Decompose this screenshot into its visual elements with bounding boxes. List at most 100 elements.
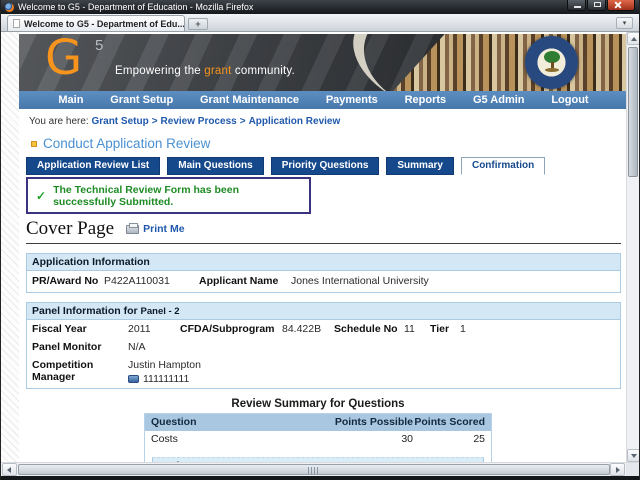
cover-page-heading: Cover Page xyxy=(26,218,114,240)
scroll-down-icon xyxy=(631,454,637,458)
review-summary-title: Review Summary for Questions xyxy=(144,398,492,410)
nav-payments[interactable]: Payments xyxy=(326,94,378,106)
divider xyxy=(26,243,621,244)
tab-application-review-list[interactable]: Application Review List xyxy=(26,157,160,175)
tagline: Empowering the grant community. xyxy=(115,65,295,77)
nav-grant-maintenance[interactable]: Grant Maintenance xyxy=(200,94,299,106)
pr-award-value: P422A110031 xyxy=(104,275,199,287)
breadcrumb-review-process[interactable]: Review Process xyxy=(161,116,237,127)
success-text: The Technical Review Form has been succe… xyxy=(53,184,301,208)
phone-icon xyxy=(128,375,139,383)
breadcrumb: You are here: Grant Setup>Review Process… xyxy=(29,116,628,127)
panel-row-1: Fiscal Year 2011 CFDA/Subprogram 84.422B… xyxy=(27,320,620,338)
schedule-no-value: 11 xyxy=(404,323,430,335)
pr-award-label: PR/Award No xyxy=(32,275,104,287)
applicant-name-value: Jones International University xyxy=(291,275,615,287)
scrollbar-grip-icon xyxy=(308,467,320,474)
g5-page: G 5 Empowering the grant community. Main… xyxy=(19,32,628,462)
applicant-name-label: Applicant Name xyxy=(199,275,291,287)
competition-manager-label: Competition Manager xyxy=(32,359,128,385)
nav-main[interactable]: Main xyxy=(58,94,83,106)
page-favicon-icon xyxy=(13,19,20,28)
window-title: Welcome to G5 - Department of Education … xyxy=(18,2,567,12)
page-title: Conduct Application Review xyxy=(43,136,210,151)
nav-g5-admin[interactable]: G5 Admin xyxy=(473,94,525,106)
close-button[interactable] xyxy=(607,0,635,11)
window-titlebar: Welcome to G5 - Department of Education … xyxy=(1,0,639,14)
schedule-no-label: Schedule No xyxy=(334,323,404,335)
vertical-scrollbar[interactable] xyxy=(626,32,639,462)
browser-window: Welcome to G5 - Department of Education … xyxy=(0,0,640,480)
application-information-section: Application Information PR/Award No P422… xyxy=(26,253,621,293)
page-left-margin xyxy=(1,32,19,462)
horizontal-scrollbar[interactable] xyxy=(1,462,639,476)
window-bottom-edge xyxy=(1,476,639,480)
scroll-left-icon xyxy=(7,467,11,473)
maximize-icon xyxy=(594,2,601,7)
panel-number: Panel - 2 xyxy=(141,306,180,317)
printer-icon xyxy=(126,225,139,234)
tab-summary[interactable]: Summary xyxy=(386,157,454,175)
tier-value: 1 xyxy=(460,323,615,335)
g5-logo: G xyxy=(45,34,82,86)
panel-row-3: Competition Manager Justin Hampton 11111… xyxy=(27,356,620,388)
success-message: ✓ The Technical Review Form has been suc… xyxy=(26,177,311,214)
horizontal-scrollbar-thumb[interactable] xyxy=(18,464,610,475)
table-header-row: Question Points Possible Points Scored xyxy=(145,414,491,431)
tab-main-questions[interactable]: Main Questions xyxy=(167,157,263,175)
browser-tabstrip: Welcome to G5 - Department of Edu... + ▾ xyxy=(1,14,639,32)
table-row: Costs 30 25 xyxy=(145,431,491,448)
vertical-scrollbar-thumb[interactable] xyxy=(628,47,638,177)
application-information-row: PR/Award No P422A110031 Applicant Name J… xyxy=(27,271,620,292)
minimize-icon xyxy=(574,6,581,8)
review-summary-table: Question Points Possible Points Scored C… xyxy=(144,413,492,462)
content-viewport: G 5 Empowering the grant community. Main… xyxy=(1,32,639,462)
main-navbar: Main Grant Setup Grant Maintenance Payme… xyxy=(19,91,628,109)
competition-manager-value: Justin Hampton 111111111 xyxy=(128,359,615,385)
panel-row-2: Panel Monitor N/A xyxy=(27,338,620,356)
firefox-icon xyxy=(5,3,14,12)
panel-information-header: Panel Information for Panel - 2 xyxy=(27,303,620,320)
scroll-right-button[interactable] xyxy=(610,463,625,476)
panel-information-section: Panel Information for Panel - 2 Fiscal Y… xyxy=(26,302,621,389)
breadcrumb-application-review[interactable]: Application Review xyxy=(249,116,341,127)
scroll-down-button[interactable] xyxy=(627,449,639,462)
cfda-label: CFDA/Subprogram xyxy=(180,323,282,335)
cfda-value: 84.422B xyxy=(282,323,334,335)
maximize-button[interactable] xyxy=(587,0,606,11)
new-tab-button[interactable]: + xyxy=(188,18,208,30)
bullet-icon xyxy=(31,141,37,147)
panel-monitor-value: N/A xyxy=(128,341,615,353)
scroll-right-icon xyxy=(616,467,620,473)
minimize-button[interactable] xyxy=(567,0,586,11)
g5-logo-5: 5 xyxy=(95,37,103,54)
browser-tab-title: Welcome to G5 - Department of Edu... xyxy=(24,19,185,29)
scroll-left-button[interactable] xyxy=(2,463,17,476)
fiscal-year-label: Fiscal Year xyxy=(32,323,128,335)
col-question: Question xyxy=(151,416,321,428)
tab-priority-questions[interactable]: Priority Questions xyxy=(271,157,380,175)
scroll-up-button[interactable] xyxy=(627,32,639,45)
scroll-up-icon xyxy=(631,37,637,41)
breadcrumb-grant-setup[interactable]: Grant Setup xyxy=(91,116,148,127)
application-information-header: Application Information xyxy=(27,254,620,271)
panel-monitor-label: Panel Monitor xyxy=(32,341,128,353)
print-me-link[interactable]: Print Me xyxy=(126,223,184,235)
col-points-scored: Points Scored xyxy=(413,416,485,428)
manager-phone: 111111111 xyxy=(143,373,189,385)
breadcrumb-prefix: You are here: xyxy=(29,116,89,127)
g5-banner: G 5 Empowering the grant community. xyxy=(19,34,628,91)
nav-grant-setup[interactable]: Grant Setup xyxy=(110,94,173,106)
nav-logout[interactable]: Logout xyxy=(551,94,588,106)
fiscal-year-value: 2011 xyxy=(128,323,180,335)
review-tabs: Application Review List Main Questions P… xyxy=(26,157,628,175)
nav-reports[interactable]: Reports xyxy=(405,94,447,106)
col-points-possible: Points Possible xyxy=(321,416,413,428)
browser-tab[interactable]: Welcome to G5 - Department of Edu... xyxy=(7,15,185,31)
tab-confirmation[interactable]: Confirmation xyxy=(461,157,545,175)
list-tabs-button[interactable]: ▾ xyxy=(616,17,633,29)
tier-label: Tier xyxy=(430,323,460,335)
check-icon: ✓ xyxy=(36,189,46,203)
scrollbar-corner xyxy=(626,463,639,476)
department-of-education-seal xyxy=(525,36,578,89)
